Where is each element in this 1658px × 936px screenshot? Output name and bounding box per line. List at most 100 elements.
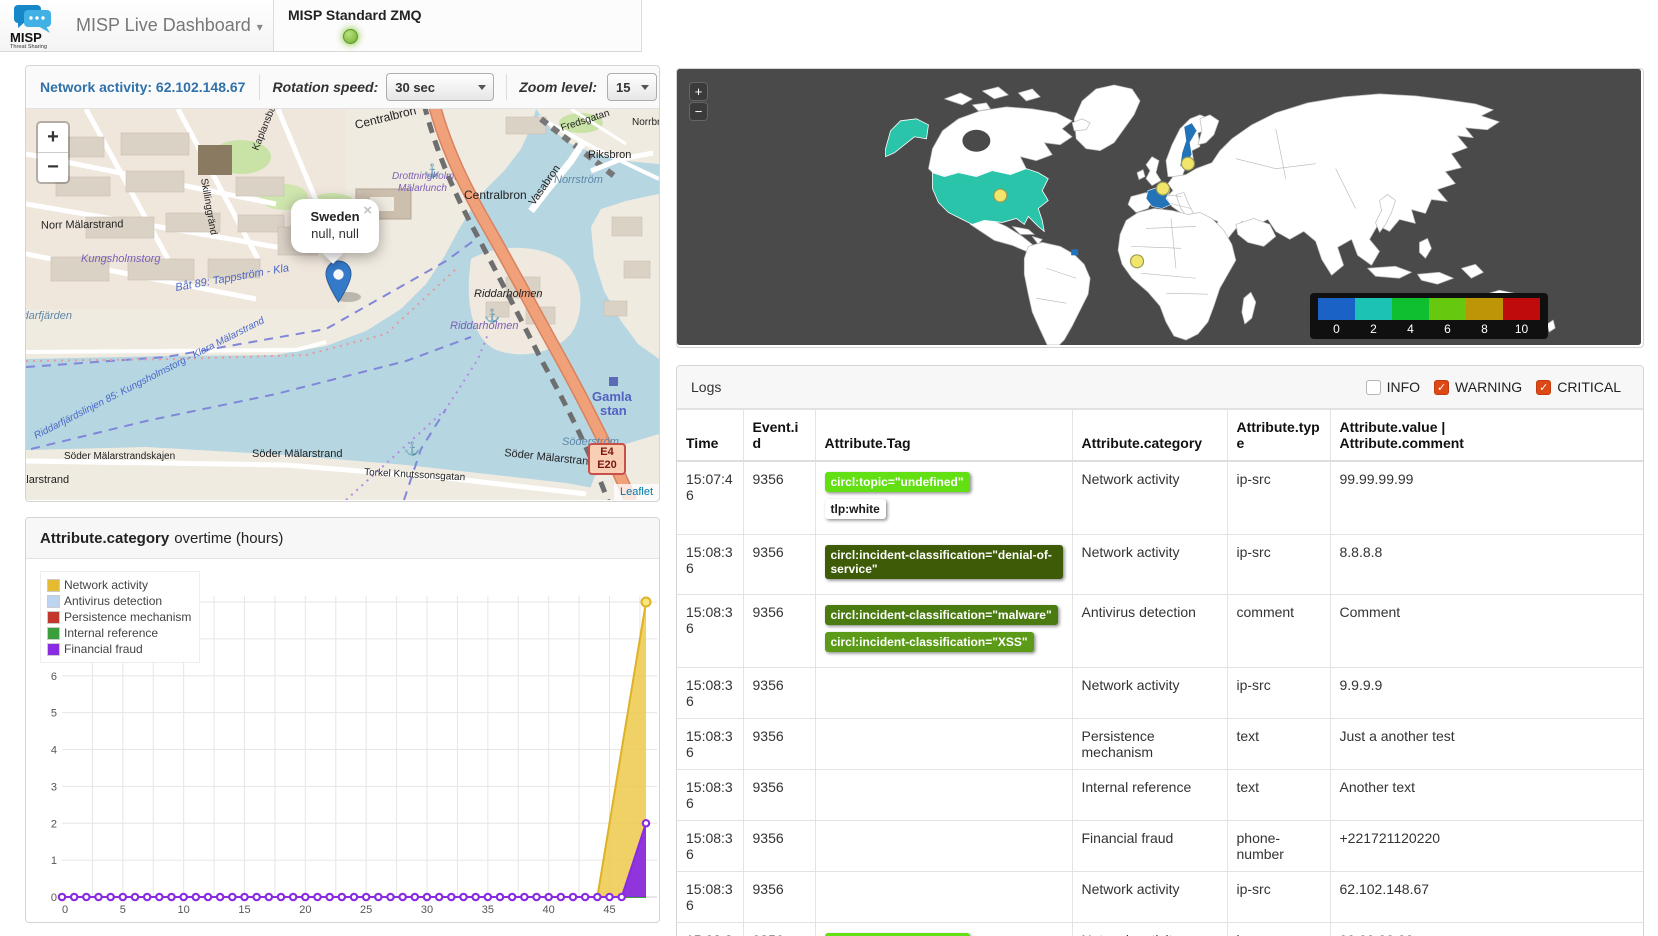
log-value: 99.99.99.99	[1330, 923, 1643, 936]
log-event-id: 9356	[743, 719, 815, 770]
map-zoom-out-button[interactable]: −	[38, 153, 68, 182]
svg-text:4: 4	[51, 745, 57, 757]
svg-text:40: 40	[543, 904, 555, 916]
table-row: 15:08:369356Network activityip-src9.9.9.…	[677, 668, 1643, 719]
svg-text:Kungsholmstorg: Kungsholmstorg	[81, 253, 161, 265]
log-category: Network activity	[1072, 535, 1227, 595]
chevron-down-icon	[478, 85, 486, 90]
legend-cell	[1392, 298, 1429, 320]
log-event-id: 9356	[743, 923, 815, 936]
log-value: 8.8.8.8	[1330, 535, 1643, 595]
rotation-speed-label: Rotation speed:	[260, 79, 386, 95]
anchor-icon: ⚓	[404, 441, 420, 456]
log-tags: circl:incident-classification="malware"c…	[815, 595, 1072, 668]
filter-checkbox-warning[interactable]: ✓	[1434, 380, 1449, 395]
attribute-tag: circl:topic="undefined"	[825, 472, 970, 492]
log-tags	[815, 719, 1072, 770]
attribute-tag: circl:incident-classification="XSS"	[825, 632, 1034, 652]
log-time: 15:08:36	[677, 821, 743, 872]
log-type: ip-src	[1227, 872, 1330, 923]
map-zoom-in-button[interactable]: +	[38, 123, 68, 153]
log-event-id: 9356	[743, 821, 815, 872]
legend-label: Antivirus detection	[64, 594, 162, 608]
svg-text:Riksbron: Riksbron	[588, 149, 631, 161]
log-value: Comment	[1330, 595, 1643, 668]
leaflet-attribution-link[interactable]: Leaflet	[614, 484, 659, 500]
event-dot-senegal[interactable]	[1131, 255, 1144, 268]
legend-swatch	[47, 627, 60, 640]
navbar: MISP Threat Sharing MISP Live Dashboard▾…	[0, 0, 642, 52]
log-value: Just a another test	[1330, 719, 1643, 770]
table-row: 15:07:469356circl:topic="undefined"tlp:w…	[677, 461, 1643, 535]
log-event-id: 9356	[743, 872, 815, 923]
legend-item: Financial fraud	[47, 641, 191, 657]
rotation-speed-value: 30 sec	[387, 80, 443, 95]
filter-checkbox-critical[interactable]: ✓	[1536, 380, 1551, 395]
log-level-filters: INFO✓WARNING✓CRITICAL	[1366, 379, 1629, 395]
rotation-speed-select[interactable]: 30 sec	[386, 73, 494, 101]
log-type: text	[1227, 719, 1330, 770]
svg-text:Norr Mälarstrand: Norr Mälarstrand	[41, 218, 124, 231]
table-row: 15:08:369356Financial fraudphone-number+…	[677, 821, 1643, 872]
legend-tick: 8	[1466, 320, 1503, 336]
svg-text:30: 30	[421, 904, 433, 916]
chart-body: Network activity Antivirus detectionPersi…	[26, 559, 659, 922]
event-dot-sweden[interactable]	[1181, 157, 1194, 170]
network-activity-title: Network activity: 62.102.148.67	[26, 79, 259, 95]
log-time: 15:08:36	[677, 923, 743, 936]
logs-panel: Logs INFO✓WARNING✓CRITICAL TimeEvent.idA…	[676, 365, 1644, 936]
svg-text:10: 10	[178, 904, 190, 916]
log-event-id: 9356	[743, 770, 815, 821]
network-activity-map-panel: Network activity: 62.102.148.67 Rotation…	[25, 65, 660, 502]
road-ref-badge: E4 E20	[588, 443, 626, 475]
svg-text:Gamla: Gamla	[592, 389, 633, 404]
chart-panel-header: Attribute.category overtime (hours)	[26, 518, 659, 559]
svg-text:35: 35	[482, 904, 494, 916]
log-event-id: 9356	[743, 595, 815, 668]
log-type: ip-src	[1227, 535, 1330, 595]
world-zoom-in-button[interactable]: +	[690, 83, 707, 100]
log-value: +221721120220	[1330, 821, 1643, 872]
log-time: 15:07:46	[677, 461, 743, 535]
svg-text:3: 3	[51, 781, 57, 793]
legend-item: Network activity	[47, 577, 191, 593]
svg-text:0: 0	[51, 892, 57, 904]
legend-label: Network activity	[64, 578, 148, 592]
log-time: 15:08:36	[677, 770, 743, 821]
log-time: 15:08:36	[677, 668, 743, 719]
tab-label: MISP Standard ZMQ	[288, 7, 422, 23]
world-zoom-out-button[interactable]: −	[690, 103, 707, 120]
leaflet-map[interactable]: ⚓ ⚓ ⚓ Centralbron Norr Mälarstrand Kungs…	[26, 109, 659, 500]
world-zoom-control: + −	[690, 83, 707, 123]
event-dot-united-states[interactable]	[994, 189, 1007, 202]
svg-text:Söder Mälarstrandskajen: Söder Mälarstrandskajen	[64, 451, 175, 462]
filter-checkbox-info[interactable]	[1366, 380, 1381, 395]
logs-table: TimeEvent.idAttribute.TagAttribute.categ…	[677, 409, 1643, 936]
column-header: Attribute.type	[1227, 410, 1330, 462]
tab-misp-standard-zmq[interactable]: MISP Standard ZMQ	[273, 0, 641, 51]
chart-legend: Network activity Antivirus detectionPersi…	[40, 571, 200, 663]
svg-text:25: 25	[360, 904, 372, 916]
log-time: 15:08:36	[677, 872, 743, 923]
nav-dropdown-label: MISP Live Dashboard	[76, 15, 251, 35]
country-french-guiana	[1071, 249, 1078, 255]
event-dot-western-europe[interactable]	[1157, 182, 1170, 195]
log-category: Persistence mechanism	[1072, 719, 1227, 770]
log-type: phone-number	[1227, 821, 1330, 872]
table-row: 15:08:369356circl:topic="undefined"tlp:w…	[677, 923, 1643, 936]
svg-text:0: 0	[62, 904, 68, 916]
popup-close-icon[interactable]: ×	[363, 202, 372, 219]
legend-item: Persistence mechanism	[47, 609, 191, 625]
log-tags: circl:topic="undefined" tlp:white	[815, 461, 1072, 535]
table-row: 15:08:369356circl:incident-classificatio…	[677, 595, 1643, 668]
caret-down-icon: ▾	[257, 20, 263, 34]
zoom-level-select[interactable]: 15	[607, 73, 657, 101]
filter-label-critical: CRITICAL	[1557, 379, 1621, 395]
legend-cell	[1466, 298, 1503, 320]
attribute-tag: tlp:white	[825, 499, 886, 519]
log-tags: circl:incident-classification="denial-of…	[815, 535, 1072, 595]
nav-dropdown-live-dashboard[interactable]: MISP Live Dashboard ▾	[76, 0, 263, 51]
svg-text:Riddarholmen: Riddarholmen	[450, 320, 518, 332]
column-header: Attribute.value | Attribute.comment	[1330, 410, 1643, 462]
world-map[interactable]: + − 0246810	[677, 69, 1641, 345]
